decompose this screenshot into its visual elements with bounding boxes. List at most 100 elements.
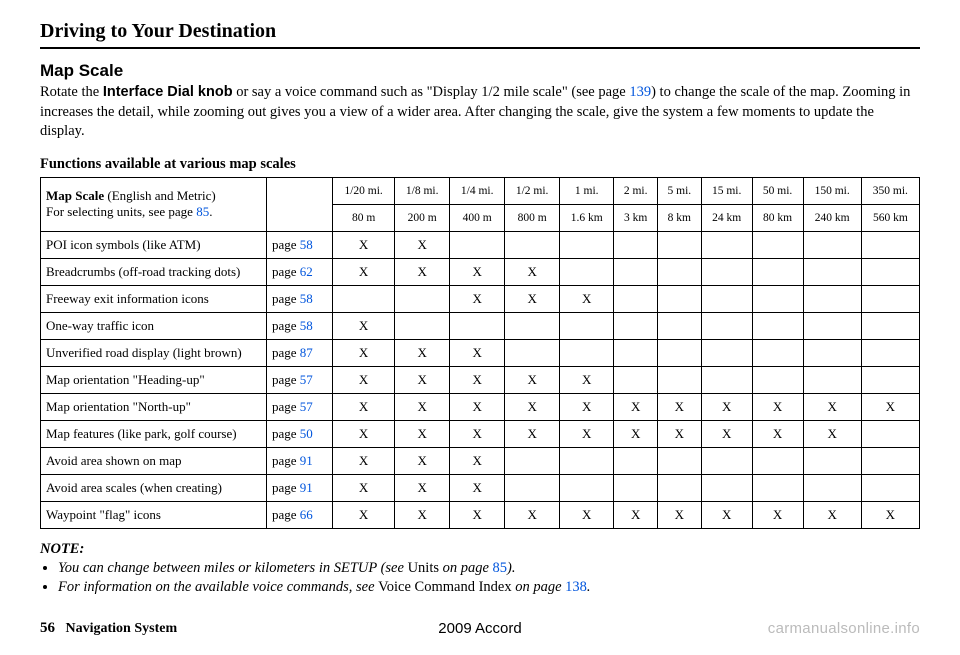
row-mark: X: [752, 420, 803, 447]
row-mark: X: [450, 285, 505, 312]
scale-imperial-2: 1/4 mi.: [450, 177, 505, 204]
row-mark: X: [450, 258, 505, 285]
row-mark: X: [333, 393, 395, 420]
note0-post: ).: [507, 560, 515, 576]
head-label-line2-link[interactable]: 85: [196, 204, 209, 219]
row-page-link[interactable]: 62: [300, 264, 313, 279]
row-page-link[interactable]: 57: [300, 399, 313, 414]
row-mark: [752, 474, 803, 501]
row-mark: [560, 474, 614, 501]
row-page-prefix: page: [272, 453, 300, 468]
row-page-prefix: page: [272, 318, 300, 333]
row-mark: X: [395, 339, 450, 366]
row-page-link[interactable]: 91: [300, 453, 313, 468]
note-item-0: You can change between miles or kilomete…: [58, 560, 920, 577]
row-label: Map orientation "North-up": [41, 393, 267, 420]
row-page-link[interactable]: 87: [300, 345, 313, 360]
scale-imperial-7: 15 mi.: [701, 177, 752, 204]
row-mark: X: [701, 393, 752, 420]
row-mark: [752, 339, 803, 366]
row-page-link[interactable]: 58: [300, 318, 313, 333]
row-mark: [752, 366, 803, 393]
row-mark: X: [614, 393, 658, 420]
intro-bold: Interface Dial knob: [103, 84, 233, 100]
row-mark: [701, 366, 752, 393]
row-mark: [614, 447, 658, 474]
row-label: One-way traffic icon: [41, 312, 267, 339]
intro-paragraph: Rotate the Interface Dial knob or say a …: [40, 83, 920, 142]
intro-post1: or say a voice command such as "Display …: [233, 84, 630, 100]
scale-imperial-0: 1/20 mi.: [333, 177, 395, 204]
scale-metric-9: 240 km: [803, 204, 861, 231]
row-mark: [614, 366, 658, 393]
row-mark: X: [450, 447, 505, 474]
row-mark: [657, 285, 701, 312]
row-mark: X: [861, 393, 919, 420]
row-mark: X: [614, 501, 658, 528]
page-footer: 56 Navigation System 2009 Accord carmanu…: [40, 620, 920, 637]
row-mark: [657, 312, 701, 339]
scale-metric-7: 24 km: [701, 204, 752, 231]
row-mark: X: [560, 285, 614, 312]
row-mark: [803, 339, 861, 366]
row-page-prefix: page: [272, 291, 300, 306]
row-label: Freeway exit information icons: [41, 285, 267, 312]
row-mark: [560, 447, 614, 474]
row-mark: X: [505, 393, 560, 420]
row-page-prefix: page: [272, 399, 300, 414]
scale-metric-8: 80 km: [752, 204, 803, 231]
table-row: Map features (like park, golf course)pag…: [41, 420, 920, 447]
scale-imperial-3: 1/2 mi.: [505, 177, 560, 204]
row-page-cell: page 58: [267, 312, 333, 339]
row-mark: [560, 258, 614, 285]
scale-imperial-9: 150 mi.: [803, 177, 861, 204]
row-mark: [614, 312, 658, 339]
head-label-line2-post: .: [209, 204, 212, 219]
row-page-prefix: page: [272, 507, 300, 522]
row-page-prefix: page: [272, 372, 300, 387]
row-page-link[interactable]: 66: [300, 507, 313, 522]
row-page-link[interactable]: 50: [300, 426, 313, 441]
row-mark: [614, 474, 658, 501]
row-mark: [614, 231, 658, 258]
row-mark: X: [395, 231, 450, 258]
row-mark: [861, 231, 919, 258]
intro-link[interactable]: 139: [629, 84, 651, 100]
row-mark: [657, 231, 701, 258]
scale-imperial-10: 350 mi.: [861, 177, 919, 204]
table-row: POI icon symbols (like ATM)page 58XX: [41, 231, 920, 258]
note0-pre: You can change between miles or kilomete…: [58, 560, 408, 576]
row-mark: [752, 258, 803, 285]
row-page-link[interactable]: 57: [300, 372, 313, 387]
row-mark: [701, 231, 752, 258]
row-mark: X: [333, 366, 395, 393]
row-mark: [803, 312, 861, 339]
table-row: One-way traffic iconpage 58X: [41, 312, 920, 339]
row-mark: [395, 312, 450, 339]
row-mark: X: [657, 420, 701, 447]
note1-link[interactable]: 138: [565, 579, 587, 595]
note0-roman: Units: [408, 560, 439, 576]
note0-link[interactable]: 85: [493, 560, 508, 576]
row-mark: [701, 447, 752, 474]
chapter-title: Driving to Your Destination: [40, 20, 920, 49]
row-mark: X: [752, 393, 803, 420]
row-mark: [701, 339, 752, 366]
intro-pre: Rotate the: [40, 84, 103, 100]
row-mark: X: [803, 501, 861, 528]
row-page-link[interactable]: 58: [300, 291, 313, 306]
row-mark: X: [333, 447, 395, 474]
row-page-link[interactable]: 91: [300, 480, 313, 495]
row-mark: [657, 339, 701, 366]
row-page-link[interactable]: 58: [300, 237, 313, 252]
scale-metric-0: 80 m: [333, 204, 395, 231]
table-header-row-1: Map Scale (English and Metric) For selec…: [41, 177, 920, 204]
row-mark: X: [395, 420, 450, 447]
row-mark: [803, 231, 861, 258]
row-mark: [861, 312, 919, 339]
row-mark: X: [333, 501, 395, 528]
scale-imperial-5: 2 mi.: [614, 177, 658, 204]
head-label-line1: Map Scale: [46, 188, 104, 203]
row-mark: X: [560, 501, 614, 528]
row-mark: [861, 447, 919, 474]
